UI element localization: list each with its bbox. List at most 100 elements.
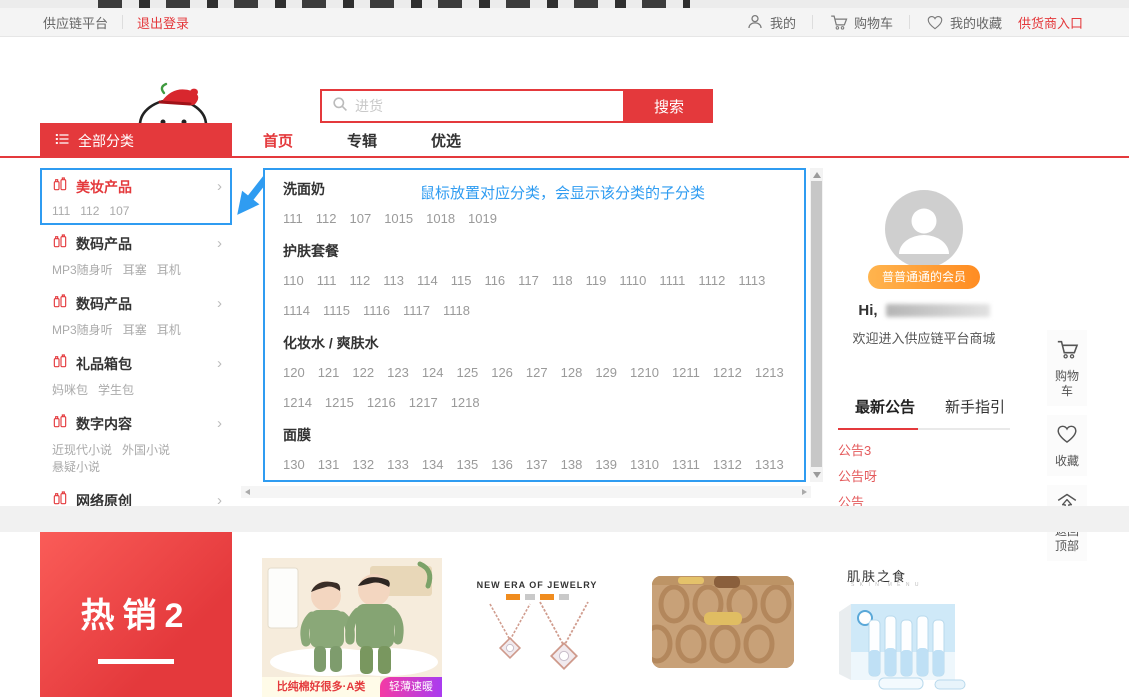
- subcategory-link[interactable]: 110: [283, 266, 304, 296]
- subcategory-link[interactable]: 114: [417, 266, 438, 296]
- subcategory-link[interactable]: 111: [52, 204, 70, 218]
- announcement-link[interactable]: 公告3: [838, 440, 1010, 459]
- subcategory-link[interactable]: 耳塞: [123, 261, 147, 278]
- search-button[interactable]: 搜索: [625, 89, 713, 123]
- nav-tab-2[interactable]: 优选: [431, 130, 461, 151]
- favorites-link[interactable]: 我的收藏: [926, 13, 1002, 32]
- subcategory-link[interactable]: 134: [422, 450, 444, 480]
- scroll-down-arrow[interactable]: [813, 472, 821, 478]
- scroll-up-arrow[interactable]: [813, 172, 821, 178]
- subcategory-link[interactable]: 117: [518, 266, 539, 296]
- subcategory-link[interactable]: 118: [552, 266, 573, 296]
- scroll-left-arrow[interactable]: [245, 489, 250, 495]
- subcategory-link[interactable]: 1213: [755, 358, 784, 388]
- tab-beginner-guide[interactable]: 新手指引: [945, 396, 1005, 428]
- subcategory-link[interactable]: 127: [526, 358, 548, 388]
- subcategory-link[interactable]: 120: [283, 358, 305, 388]
- subcategory-link[interactable]: 妈咪包: [52, 381, 88, 398]
- subcategory-link[interactable]: 124: [422, 358, 444, 388]
- subcategory-link[interactable]: 1216: [367, 388, 396, 418]
- subcategory-link[interactable]: 132: [352, 450, 374, 480]
- subcategory-link[interactable]: 133: [387, 450, 409, 480]
- subcategory-link[interactable]: 1115: [323, 296, 350, 326]
- subcategory-link[interactable]: 137: [526, 450, 548, 480]
- subcategory-link[interactable]: 1113: [738, 266, 765, 296]
- subcategory-link[interactable]: 近现代小说: [52, 441, 112, 458]
- sidebar-category[interactable]: 数码产品›MP3随身听耳塞耳机: [40, 225, 232, 285]
- subcategory-link[interactable]: 135: [457, 450, 479, 480]
- subcategory-link[interactable]: 1310: [630, 450, 659, 480]
- subcategory-link[interactable]: 1015: [384, 204, 413, 234]
- float-favorite-button[interactable]: 收藏: [1047, 415, 1087, 476]
- all-categories-button[interactable]: 全部分类: [40, 123, 232, 158]
- sidebar-category[interactable]: 数字内容›近现代小说外国小说悬疑小说: [40, 405, 232, 482]
- horizontal-scrollbar[interactable]: [241, 486, 811, 498]
- subcategory-link[interactable]: 1117: [403, 296, 430, 326]
- subcategory-link[interactable]: 1114: [283, 296, 310, 326]
- subcategory-link[interactable]: 1218: [451, 388, 480, 418]
- product-image-skincare[interactable]: 肌肤之食 S K I N M E N U: [817, 550, 977, 696]
- subcategory-link[interactable]: 139: [595, 450, 617, 480]
- subcategory-link[interactable]: 1313: [755, 450, 784, 480]
- search-input[interactable]: [355, 98, 623, 114]
- subcategory-link[interactable]: 115: [451, 266, 472, 296]
- vertical-scrollbar[interactable]: [810, 168, 823, 482]
- subcategory-link[interactable]: 悬疑小说: [52, 458, 100, 475]
- subcategory-link[interactable]: 111: [283, 204, 303, 234]
- nav-tab-0[interactable]: 首页: [263, 130, 293, 151]
- subcategory-link[interactable]: 126: [491, 358, 513, 388]
- my-account-link[interactable]: 我的: [746, 13, 796, 32]
- vertical-scrollbar-thumb[interactable]: [811, 181, 822, 467]
- subcategory-link[interactable]: 107: [109, 204, 129, 218]
- subcategory-link[interactable]: 1217: [409, 388, 438, 418]
- subcategory-link[interactable]: 学生包: [98, 381, 134, 398]
- subcategory-link[interactable]: 耳机: [157, 321, 181, 338]
- subcategory-link[interactable]: 1212: [713, 358, 742, 388]
- subcategory-link[interactable]: 112: [80, 204, 99, 218]
- nav-tab-1[interactable]: 专辑: [347, 130, 377, 151]
- subcategory-link[interactable]: 1214: [283, 388, 312, 418]
- sidebar-category[interactable]: 礼品箱包›妈咪包学生包: [40, 345, 232, 405]
- product-image-jewelry[interactable]: NEW ERA OF JEWELRY: [472, 566, 602, 694]
- announcement-link[interactable]: 公告呀: [838, 466, 1010, 485]
- supplier-entry-link[interactable]: 供货商入口: [1018, 13, 1083, 32]
- sidebar-category[interactable]: 数码产品›MP3随身听耳塞耳机: [40, 285, 232, 345]
- subcategory-link[interactable]: 1312: [713, 450, 742, 480]
- subcategory-link[interactable]: 112: [316, 204, 337, 234]
- scroll-right-arrow[interactable]: [802, 489, 807, 495]
- subcategory-link[interactable]: 125: [457, 358, 479, 388]
- subcategory-link[interactable]: 1215: [325, 388, 354, 418]
- logout-link[interactable]: 退出登录: [137, 13, 189, 32]
- subcategory-link[interactable]: 136: [491, 450, 513, 480]
- subcategory-link[interactable]: 122: [352, 358, 374, 388]
- subcategory-link[interactable]: 1018: [426, 204, 455, 234]
- subcategory-link[interactable]: 128: [561, 358, 583, 388]
- avatar[interactable]: [885, 190, 963, 268]
- subcategory-link[interactable]: 129: [595, 358, 617, 388]
- subcategory-link[interactable]: 116: [484, 266, 505, 296]
- subcategory-link[interactable]: 1210: [630, 358, 659, 388]
- subcategory-link[interactable]: 138: [561, 450, 583, 480]
- subcategory-link[interactable]: 1118: [443, 296, 470, 326]
- subcategory-link[interactable]: MP3随身听: [52, 261, 113, 278]
- subcategory-link[interactable]: 1019: [468, 204, 497, 234]
- subcategory-link[interactable]: 123: [387, 358, 409, 388]
- subcategory-link[interactable]: 113: [383, 266, 404, 296]
- subcategory-link[interactable]: 1116: [363, 296, 390, 326]
- hot-sale-banner[interactable]: 热销2: [40, 532, 232, 697]
- subcategory-link[interactable]: 111: [317, 266, 337, 296]
- subcategory-link[interactable]: 1111: [659, 266, 685, 296]
- tab-latest-announcements[interactable]: 最新公告: [855, 396, 915, 428]
- subcategory-link[interactable]: 外国小说: [122, 441, 170, 458]
- product-image-wallet[interactable]: [652, 576, 794, 668]
- subcategory-link[interactable]: 130: [283, 450, 305, 480]
- subcategory-link[interactable]: 119: [586, 266, 607, 296]
- subcategory-link[interactable]: 耳机: [157, 261, 181, 278]
- subcategory-link[interactable]: MP3随身听: [52, 321, 113, 338]
- subcategory-link[interactable]: 耳塞: [123, 321, 147, 338]
- product-image-kids-clothing[interactable]: 比纯棉好很多·A类 轻薄速暖: [262, 558, 442, 697]
- subcategory-link[interactable]: 1110: [619, 266, 646, 296]
- cart-link[interactable]: 购物车: [829, 13, 893, 32]
- subcategory-link[interactable]: 1112: [698, 266, 725, 296]
- subcategory-link[interactable]: 1311: [672, 450, 700, 480]
